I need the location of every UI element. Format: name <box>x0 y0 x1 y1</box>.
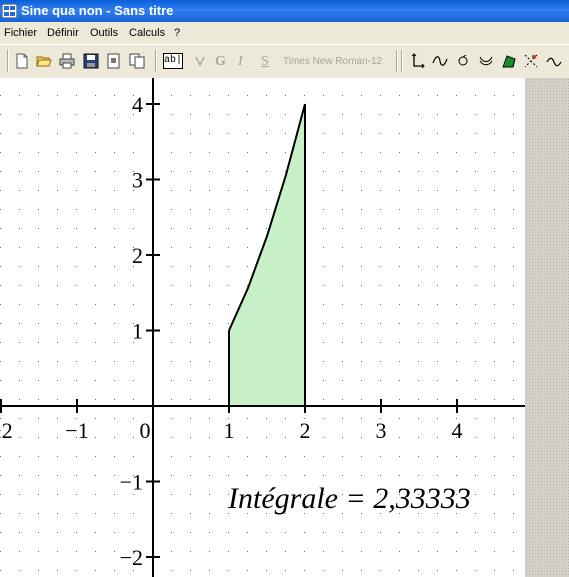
eraser-icon[interactable] <box>192 53 208 69</box>
open-folder-icon[interactable] <box>36 53 52 69</box>
underline-button[interactable]: S <box>261 54 269 70</box>
window-title: Sine qua non - Sans titre <box>21 3 174 18</box>
x-tick-label: 3 <box>376 418 387 443</box>
menu-definir[interactable]: Définir <box>47 27 79 39</box>
menu-bar: Fichier Définir Outils Calculs ? <box>0 22 569 44</box>
font-selector[interactable]: Times New Roman-12 <box>283 56 382 67</box>
scrollbar[interactable] <box>525 78 569 577</box>
menu-help[interactable]: ? <box>174 27 180 39</box>
scatter-icon[interactable] <box>523 53 539 69</box>
x-tick-label: −2 <box>0 418 13 443</box>
y-tick-label: −2 <box>120 545 143 570</box>
toolbar-separator <box>401 50 403 72</box>
x-tick-label: −1 <box>65 418 88 443</box>
y-tick-label: 3 <box>132 168 143 193</box>
title-bar: Sine qua non - Sans titre <box>0 0 569 22</box>
copy-icon[interactable] <box>129 53 145 69</box>
new-file-icon[interactable] <box>14 53 30 69</box>
x-tick-label: 1 <box>224 418 235 443</box>
toolbar-separator <box>155 50 157 72</box>
y-tick-label: 2 <box>132 243 143 268</box>
y-tick-label: 4 <box>132 92 143 117</box>
y-tick-label: −1 <box>120 470 143 495</box>
app-icon <box>2 4 17 18</box>
x-tick-label: 4 <box>452 418 463 443</box>
menu-calculs[interactable]: Calculs <box>129 27 165 39</box>
sequence-icon[interactable] <box>546 53 562 69</box>
toolbar-separator <box>7 50 9 72</box>
menu-fichier[interactable]: Fichier <box>4 27 37 39</box>
x-tick-label: 0 <box>140 418 151 443</box>
x-tick-label: 2 <box>300 418 311 443</box>
italic-button[interactable]: I <box>238 54 243 70</box>
family-curves-icon[interactable] <box>478 53 494 69</box>
toolbar: ab| G I S Times New Roman-12 <box>0 44 569 78</box>
y-tick-label: 1 <box>132 319 143 344</box>
bold-button[interactable]: G <box>215 54 226 70</box>
toolbar-separator <box>396 50 398 72</box>
menu-outils[interactable]: Outils <box>90 27 118 39</box>
polar-curve-icon[interactable] <box>455 53 471 69</box>
export-icon[interactable] <box>106 53 122 69</box>
integral-result-label: Intégrale = 2,33333 <box>228 482 471 515</box>
region-icon[interactable] <box>501 53 517 69</box>
save-icon[interactable] <box>83 53 99 69</box>
curve-icon[interactable] <box>432 53 448 69</box>
print-icon[interactable] <box>59 53 75 69</box>
axes-icon[interactable] <box>409 53 425 69</box>
text-tool-button[interactable]: ab| <box>163 53 183 69</box>
